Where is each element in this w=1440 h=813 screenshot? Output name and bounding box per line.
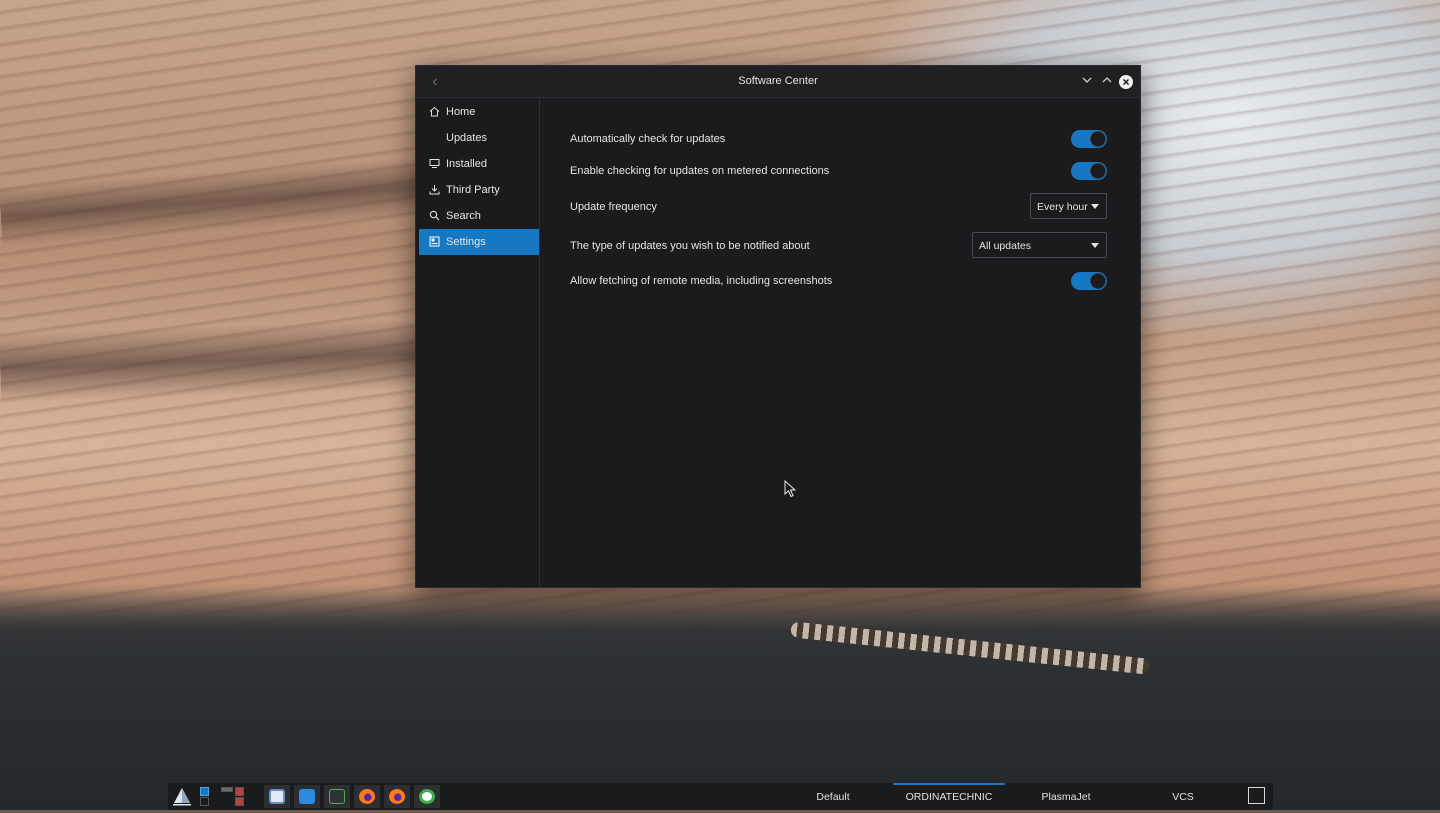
software-center-icon [419,789,435,804]
notify-type-select[interactable]: All updates [972,232,1107,258]
sidebar-item-settings[interactable]: Settings [419,229,539,255]
taskbar: Default ORDINATECHNIC PlasmaJet VCS [168,783,1273,810]
wallpaper-cloth [0,590,1440,810]
taskbar-firefox-app[interactable] [354,785,380,808]
pager-desktop[interactable] [200,797,209,806]
sidebar-item-label: Search [446,210,481,222]
monitor-icon [428,157,440,169]
caret-down-icon [1091,243,1099,248]
launcher-icon [173,788,191,806]
sidebar-item-label: Third Party [446,184,500,196]
software-center-window: ‹ Software Center Home Updates Installed… [415,65,1141,588]
activity-plasmajet[interactable]: PlasmaJet [1028,783,1104,810]
updates-icon [428,131,440,143]
activity-default[interactable]: Default [798,783,868,810]
activity-vcs[interactable]: VCS [1153,783,1213,810]
settings-icon [428,235,440,247]
settings-panel: Automatically check for updates Enable c… [540,98,1140,587]
pager-desktop[interactable] [235,797,244,806]
metered-label: Enable checking for updates on metered c… [570,165,830,177]
auto-check-toggle[interactable] [1071,130,1107,148]
taskbar-terminal-app[interactable] [324,785,350,808]
virtual-desktop-pager[interactable] [195,785,255,808]
sidebar-item-search[interactable]: Search [419,203,539,229]
sidebar-item-installed[interactable]: Installed [419,151,539,177]
notes-icon [269,789,285,804]
download-icon [428,183,440,195]
taskbar-software-center-app[interactable] [414,785,440,808]
sidebar-item-home[interactable]: Home [419,99,539,125]
taskbar-files-app[interactable] [294,785,320,808]
sidebar-item-label: Home [446,106,476,118]
taskbar-notes-app[interactable] [264,785,290,808]
sidebar-item-label: Installed [446,158,487,170]
title-bar[interactable]: ‹ Software Center [416,66,1140,98]
remote-media-label: Allow fetching of remote media, includin… [570,275,833,287]
mouse-cursor-icon [784,480,797,498]
home-icon [428,105,440,117]
sidebar-item-label: Updates [446,132,487,144]
sidebar: Home Updates Installed Third Party Searc… [416,98,540,587]
taskbar-firefox-app[interactable] [384,785,410,808]
terminal-icon [329,789,345,804]
close-button[interactable] [1119,75,1133,89]
pager-desktop[interactable] [200,787,209,796]
toggle-knob [1090,163,1106,179]
chevron-up-icon [1102,77,1112,83]
search-icon [428,209,440,221]
caret-down-icon [1091,204,1099,209]
firefox-icon [359,789,375,804]
close-icon [1122,78,1130,86]
frequency-select[interactable]: Every hour [1030,193,1107,219]
notify-type-label: The type of updates you wish to be notif… [570,240,810,252]
toggle-knob [1090,131,1106,147]
maximize-button[interactable] [1099,74,1115,90]
sidebar-item-third-party[interactable]: Third Party [419,177,539,203]
sidebar-item-label: Settings [446,236,486,248]
app-launcher-button[interactable] [170,785,194,808]
pager-desktop[interactable] [221,787,233,792]
toggle-knob [1090,273,1106,289]
folder-icon [299,789,315,804]
firefox-icon [389,789,405,804]
frequency-value: Every hour [1037,201,1088,213]
notify-type-value: All updates [979,240,1031,252]
activity-ordinatechnic[interactable]: ORDINATECHNIC [893,783,1005,810]
minimize-button[interactable] [1079,74,1095,90]
pager-desktop[interactable] [235,787,244,796]
window-title: Software Center [738,75,818,87]
chevron-down-icon [1082,77,1092,83]
show-desktop-button[interactable] [1248,787,1265,804]
frequency-label: Update frequency [570,201,657,213]
metered-toggle[interactable] [1071,162,1107,180]
sidebar-item-updates[interactable]: Updates [419,125,539,151]
remote-media-toggle[interactable] [1071,272,1107,290]
auto-check-label: Automatically check for updates [570,133,726,145]
